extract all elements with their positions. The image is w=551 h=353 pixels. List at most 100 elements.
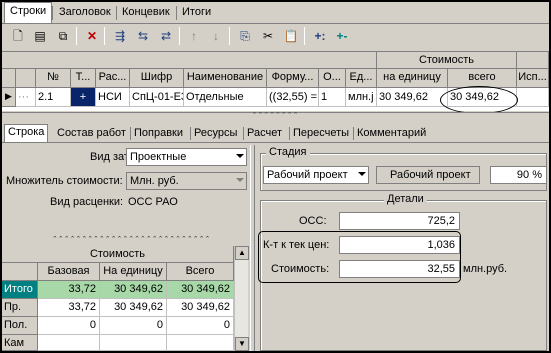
copy-doc-icon[interactable]: ⧉ — [55, 28, 71, 44]
cost-field[interactable]: 32,55 — [339, 260, 460, 278]
cost-cell-total[interactable]: 30 349,62 — [167, 299, 234, 317]
col-header-exec[interactable]: Исп... — [517, 69, 549, 88]
multiplier-label: Множитель стоимости: — [6, 175, 123, 187]
tab-stroka[interactable]: Строка — [4, 124, 49, 143]
stage-title: Стадия — [266, 146, 310, 158]
cost-row-label[interactable]: Пр. — [2, 299, 38, 317]
stage-text-field[interactable]: Рабочий проект — [376, 166, 480, 184]
price-type-label: Вид расценки: — [50, 196, 124, 208]
paste-icon[interactable]: 📋 — [283, 28, 299, 44]
cell-type[interactable]: + — [71, 88, 96, 107]
coef-label: К-т к тек цен: — [263, 239, 330, 251]
cost-table-header-per-unit: На единицу — [100, 263, 167, 281]
toolbar-separator — [179, 27, 180, 45]
chevron-down-icon — [358, 172, 366, 176]
move-down-icon[interactable]: ↓ — [208, 28, 224, 44]
toolbar-separator — [104, 27, 105, 45]
col-header-name[interactable]: Наименование — [184, 69, 267, 88]
cost-row-label[interactable]: Итого — [2, 281, 38, 299]
chevron-down-icon — [236, 178, 244, 182]
tab-stroki[interactable]: Строки — [4, 2, 53, 23]
tab-koncevik[interactable]: Концевик — [117, 4, 175, 22]
col-header-calc[interactable]: Рас... — [96, 69, 130, 88]
tab-popravki[interactable]: Поправки — [131, 126, 186, 142]
cost-cell-total[interactable]: 0 — [167, 317, 234, 335]
splitter-grip-icon: ⌃⌃⌃⌃⌃⌃⌃⌃⌃⌃⌃⌃⌃⌃⌃⌃⌃⌃⌃⌃⌃⌃⌃⌃⌃⌃⌃ — [52, 236, 211, 243]
insert-icon[interactable]: ⇶ — [112, 28, 128, 44]
tab-itogi[interactable]: Итоги — [177, 4, 216, 22]
copy-block-icon[interactable]: ⇄ — [158, 28, 174, 44]
copy-icon[interactable]: ⎘ — [237, 28, 253, 44]
cost-cell-per-unit[interactable]: 30 349,62 — [100, 281, 167, 299]
cost-table-scrollbar[interactable]: ▲ ▼ — [234, 246, 249, 351]
multiplier-value: Млн. руб. — [130, 175, 179, 187]
cost-cell-per-unit[interactable] — [100, 335, 167, 351]
cost-cell-total[interactable]: 30 349,62 — [167, 281, 234, 299]
col-header-per-unit[interactable]: на единицу — [377, 69, 448, 88]
tabs-baseline — [2, 23, 549, 24]
cost-table-header-total: Всего — [167, 263, 234, 281]
col-header-type[interactable]: Т... — [71, 69, 96, 88]
tab-resursy[interactable]: Ресурсы — [191, 126, 240, 142]
cell-formula[interactable]: ((32,55) = — [267, 88, 319, 107]
left-splitter[interactable]: ⌃⌃⌃⌃⌃⌃⌃⌃⌃⌃⌃⌃⌃⌃⌃⌃⌃⌃⌃⌃⌃⌃⌃⌃⌃⌃⌃ — [2, 236, 250, 243]
col-header-qty[interactable]: О... — [319, 69, 346, 88]
tab-sostav-rabot[interactable]: Состав работ — [54, 126, 129, 142]
cell-calc[interactable]: НСИ — [96, 88, 130, 107]
move-up-icon[interactable]: ↑ — [186, 28, 202, 44]
cost-cell-base[interactable]: 33,72 — [38, 281, 100, 299]
open-icon[interactable]: ▤ — [32, 28, 48, 44]
multiplier-select[interactable]: Млн. руб. — [126, 172, 247, 190]
occ-field[interactable]: 725,2 — [339, 212, 460, 230]
cost-cell-base[interactable]: 0 — [38, 317, 100, 335]
scroll-down-icon[interactable]: ▼ — [235, 337, 249, 351]
tabs-baseline — [2, 142, 549, 143]
col-header-num[interactable]: № — [36, 69, 71, 88]
cost-row-label[interactable]: Пол. — [2, 317, 38, 335]
cost-label: Стоимость: — [271, 263, 330, 275]
toolbar-separator — [304, 27, 305, 45]
cost-row-label[interactable]: Кам — [2, 335, 38, 351]
cut-icon[interactable]: ✂ — [260, 28, 276, 44]
grid-header-spacer — [517, 52, 549, 69]
cell-qty[interactable]: 1 — [319, 88, 346, 107]
splitter-bar[interactable]: ⌃⌃⌃⌃⌃⌃⌃⌃ — [2, 112, 549, 120]
cell-per-unit[interactable]: 30 349,62 — [377, 88, 448, 107]
add-icon[interactable]: +: — [312, 28, 328, 44]
vertical-splitter[interactable] — [250, 145, 255, 351]
add-sub-icon[interactable]: +- — [334, 28, 350, 44]
col-header-formula[interactable]: Форму... — [267, 69, 319, 88]
cost-cell-per-unit[interactable]: 0 — [100, 317, 167, 335]
tree-line: ··· — [16, 88, 36, 107]
stage-percent-field[interactable]: 90 % — [490, 166, 547, 184]
cell-code[interactable]: СпЦ-01-Е3 — [130, 88, 184, 107]
new-icon[interactable]: 🗋 — [10, 28, 26, 44]
tab-zagolovok[interactable]: Заголовок — [54, 4, 116, 22]
scroll-up-icon[interactable]: ▲ — [235, 246, 249, 260]
cost-type-value: Проектные — [130, 151, 187, 163]
cost-type-select[interactable]: Проектные — [126, 148, 247, 166]
delete-icon[interactable]: ✕ — [84, 28, 100, 44]
paste-block-icon[interactable]: ⇆ — [135, 28, 151, 44]
row-pointer-icon: ▶ — [2, 88, 16, 107]
cost-cell-total[interactable] — [167, 335, 234, 351]
cell-exec[interactable] — [517, 88, 549, 107]
highlight-ellipse — [440, 86, 518, 114]
tab-kommentariy[interactable]: Комментарий — [354, 126, 429, 142]
cost-cell-per-unit[interactable]: 30 349,62 — [100, 299, 167, 317]
cell-unit[interactable]: млн.ј — [346, 88, 377, 107]
details-title: Детали — [384, 193, 427, 205]
tab-raschet[interactable]: Расчет — [244, 126, 285, 142]
cost-table[interactable]: Стоимость Базовая На единицу Всего Итого… — [2, 246, 234, 351]
coef-field[interactable]: 1,036 — [339, 236, 460, 254]
tab-perescheti[interactable]: Пересчеты — [290, 126, 352, 142]
cell-name[interactable]: Отдельные — [184, 88, 267, 107]
cell-num[interactable]: 2.1 — [36, 88, 71, 107]
cost-table-title: Стоимость — [2, 246, 234, 263]
col-header-unit[interactable]: Ед... — [346, 69, 377, 88]
cost-cell-base[interactable] — [38, 335, 100, 351]
col-header-code[interactable]: Шифр — [130, 69, 184, 88]
stage-select[interactable]: Рабочий проект — [263, 166, 369, 184]
cost-table-header-base: Базовая — [38, 263, 100, 281]
cost-cell-base[interactable]: 33,72 — [38, 299, 100, 317]
